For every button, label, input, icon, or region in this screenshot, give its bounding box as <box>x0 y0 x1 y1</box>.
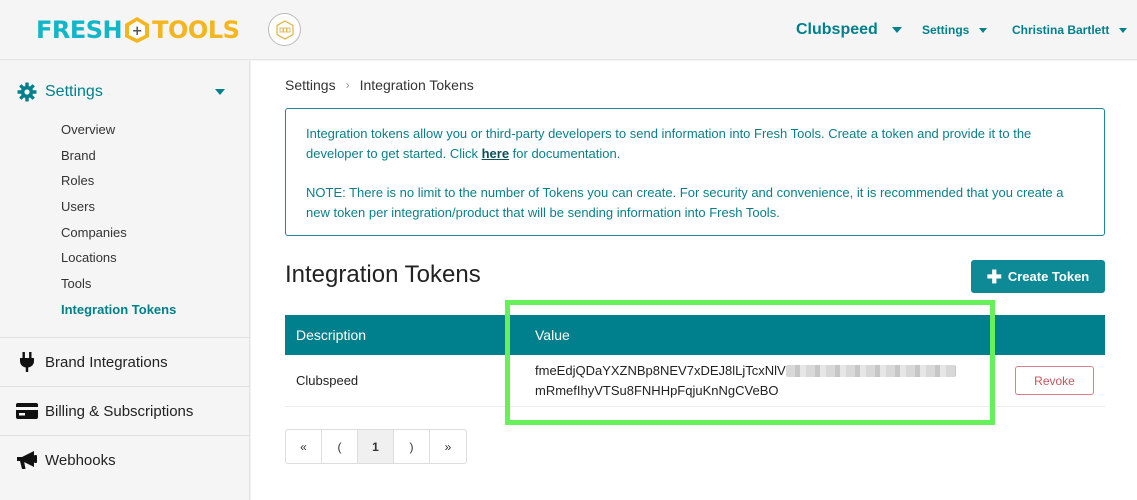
info-paragraph: Integration tokens allow you or third-pa… <box>306 126 1032 161</box>
column-header-value: Value <box>535 327 570 343</box>
pagination-next[interactable]: ) <box>394 430 430 463</box>
column-header-description: Description <box>296 327 367 343</box>
settings-dropdown[interactable]: Settings <box>922 0 988 60</box>
create-token-label: Create Token <box>1007 269 1090 284</box>
sidebar-section-label: Webhooks <box>45 451 116 469</box>
sidebar-billing[interactable]: Billing & Subscriptions <box>0 386 250 435</box>
logo-text-fresh: FRESH <box>36 16 123 44</box>
top-bar: FRESH + TOOLS Clubspeed Settings Christi… <box>0 0 1137 60</box>
sidebar-item-locations[interactable]: Locations <box>61 249 176 275</box>
sidebar-settings-toggle[interactable]: Settings <box>0 61 250 123</box>
sidebar: Settings Overview Brand Roles Users Comp… <box>0 61 250 500</box>
sidebar-item-integration-tokens[interactable]: Integration Tokens <box>61 301 176 327</box>
sidebar-item-tools[interactable]: Tools <box>61 275 176 301</box>
settings-submenu: Overview Brand Roles Users Companies Loc… <box>61 121 176 327</box>
sidebar-item-users[interactable]: Users <box>61 198 176 224</box>
user-dropdown[interactable]: Christina Bartlett <box>1012 0 1128 60</box>
svg-text:+: + <box>132 24 142 39</box>
pagination-page-1[interactable]: 1 <box>358 430 394 463</box>
fresh-tools-logo[interactable]: FRESH + TOOLS <box>36 12 240 48</box>
create-token-button[interactable]: ✚ Create Token <box>971 260 1105 293</box>
redacted-token-segment <box>785 365 956 378</box>
pagination: « ( 1 ) » <box>285 429 467 464</box>
sidebar-item-overview[interactable]: Overview <box>61 121 176 147</box>
chevron-down-icon <box>979 27 988 33</box>
breadcrumb-settings[interactable]: Settings <box>285 77 336 93</box>
breadcrumb-current: Integration Tokens <box>359 77 474 93</box>
plus-icon: ✚ <box>986 266 1002 287</box>
info-alert: Integration tokens allow you or third-pa… <box>285 108 1105 236</box>
sidebar-section-label: Brand Integrations <box>45 353 168 371</box>
token-description: Clubspeed <box>296 373 359 388</box>
sidebar-section-label: Billing & Subscriptions <box>45 402 194 420</box>
token-value[interactable]: fmeEdjQDaYXZNBp8NEV7xDEJ8lLjTcxNlV mRmef… <box>525 361 1003 401</box>
chevron-down-icon <box>1119 27 1128 33</box>
sidebar-item-roles[interactable]: Roles <box>61 172 176 198</box>
tokens-table: Description Value Clubspeed fmeEdjQDaYXZ… <box>285 315 1105 407</box>
main-content: Settings › Integration Tokens Integratio… <box>251 61 1137 500</box>
pagination-first[interactable]: « <box>286 430 322 463</box>
breadcrumb: Settings › Integration Tokens <box>285 77 474 93</box>
app-switcher-icon[interactable] <box>268 13 301 46</box>
documentation-link[interactable]: here <box>482 146 509 161</box>
table-header: Description Value <box>285 315 1105 355</box>
chevron-down-icon <box>891 27 902 33</box>
sidebar-webhooks[interactable]: Webhooks <box>0 435 250 484</box>
token-value-end: mRmefIhyVTSu8FNHHpFqjuKnNgCVeBO <box>535 382 779 398</box>
gear-icon <box>17 82 37 102</box>
plug-icon <box>16 352 38 372</box>
settings-menu-label: Settings <box>922 23 970 37</box>
sidebar-settings-label: Settings <box>45 83 103 100</box>
company-dropdown[interactable]: Clubspeed <box>796 0 902 60</box>
logo-text-tools: TOOLS <box>152 16 240 44</box>
credit-card-icon <box>16 401 38 421</box>
table-row: Clubspeed fmeEdjQDaYXZNBp8NEV7xDEJ8lLjTc… <box>285 355 1105 407</box>
company-name: Clubspeed <box>796 21 878 38</box>
chevron-right-icon: › <box>345 78 350 92</box>
megaphone-icon <box>16 450 38 470</box>
info-note: NOTE: There is no limit to the number of… <box>306 185 1064 220</box>
user-name: Christina Bartlett <box>1012 23 1110 37</box>
token-value-start: fmeEdjQDaYXZNBp8NEV7xDEJ8lLjTcxNlV <box>535 362 786 378</box>
revoke-button[interactable]: Revoke <box>1015 366 1094 395</box>
sidebar-brand-integrations[interactable]: Brand Integrations <box>0 337 250 386</box>
logo-hexagon-icon: + <box>125 17 150 43</box>
sidebar-item-brand[interactable]: Brand <box>61 147 176 173</box>
chevron-down-icon <box>215 89 225 95</box>
pagination-prev[interactable]: ( <box>322 430 358 463</box>
sidebar-item-companies[interactable]: Companies <box>61 224 176 250</box>
pagination-last[interactable]: » <box>430 430 466 463</box>
page-title: Integration Tokens <box>285 261 481 288</box>
